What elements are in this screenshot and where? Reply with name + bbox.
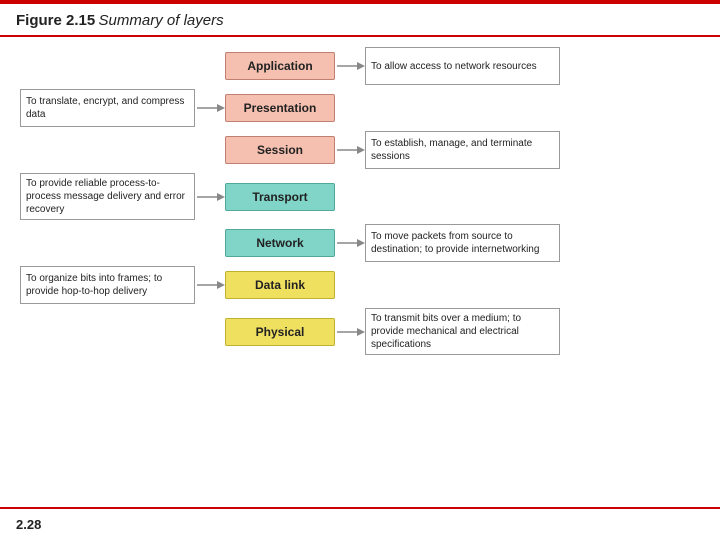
right-arrow-icon [335, 275, 365, 295]
layer-box-session: Session [225, 136, 335, 164]
layer-row: Physical To transmit bits over a medium;… [20, 308, 700, 355]
layer-row: To organize bits into frames; to provide… [20, 266, 700, 304]
layer-row: To provide reliable process-to-process m… [20, 173, 700, 220]
layer-box-application: Application [225, 52, 335, 80]
figure-label: Figure 2.15 [16, 12, 95, 29]
left-description: To provide reliable process-to-process m… [20, 173, 195, 220]
right-arrow-icon [335, 140, 365, 160]
left-description-empty [20, 313, 195, 351]
layer-box-transport: Transport [225, 183, 335, 211]
right-description: To establish, manage, and terminate sess… [365, 131, 560, 169]
left-description: To translate, encrypt, and compress data [20, 89, 195, 127]
right-description: To move packets from source to destinati… [365, 224, 560, 262]
layer-box-network: Network [225, 229, 335, 257]
right-description: To transmit bits over a medium; to provi… [365, 308, 560, 355]
right-description-empty [365, 178, 560, 216]
page-header: Figure 2.15 Summary of layers [0, 4, 720, 37]
layer-box-physical: Physical [225, 318, 335, 346]
left-arrow-icon [195, 187, 225, 207]
left-arrow-icon [195, 322, 225, 342]
layer-row: Network To move packets from source to d… [20, 224, 700, 262]
page-footer: 2.28 [0, 507, 720, 540]
right-description-empty [365, 266, 560, 304]
left-arrow-icon [195, 56, 225, 76]
right-arrow-icon [335, 56, 365, 76]
right-arrow-icon [335, 233, 365, 253]
right-arrow-icon [335, 98, 365, 118]
right-description: To allow access to network resources [365, 47, 560, 85]
layer-row: To translate, encrypt, and compress data… [20, 89, 700, 127]
left-description-empty [20, 224, 195, 262]
right-arrow-icon [335, 187, 365, 207]
layer-box-presentation: Presentation [225, 94, 335, 122]
right-description-empty [365, 89, 560, 127]
layer-row: Session To establish, manage, and termin… [20, 131, 700, 169]
left-arrow-icon [195, 275, 225, 295]
left-arrow-icon [195, 233, 225, 253]
left-description-empty [20, 131, 195, 169]
diagram: Application To allow access to network r… [20, 47, 700, 359]
layer-row: Application To allow access to network r… [20, 47, 700, 85]
left-description: To organize bits into frames; to provide… [20, 266, 195, 304]
figure-title: Summary of layers [99, 12, 224, 29]
right-arrow-icon [335, 322, 365, 342]
page-number: 2.28 [16, 517, 41, 532]
layer-box-data-link: Data link [225, 271, 335, 299]
left-arrow-icon [195, 98, 225, 118]
left-description-empty [20, 47, 195, 85]
main-content: Application To allow access to network r… [0, 37, 720, 359]
left-arrow-icon [195, 140, 225, 160]
